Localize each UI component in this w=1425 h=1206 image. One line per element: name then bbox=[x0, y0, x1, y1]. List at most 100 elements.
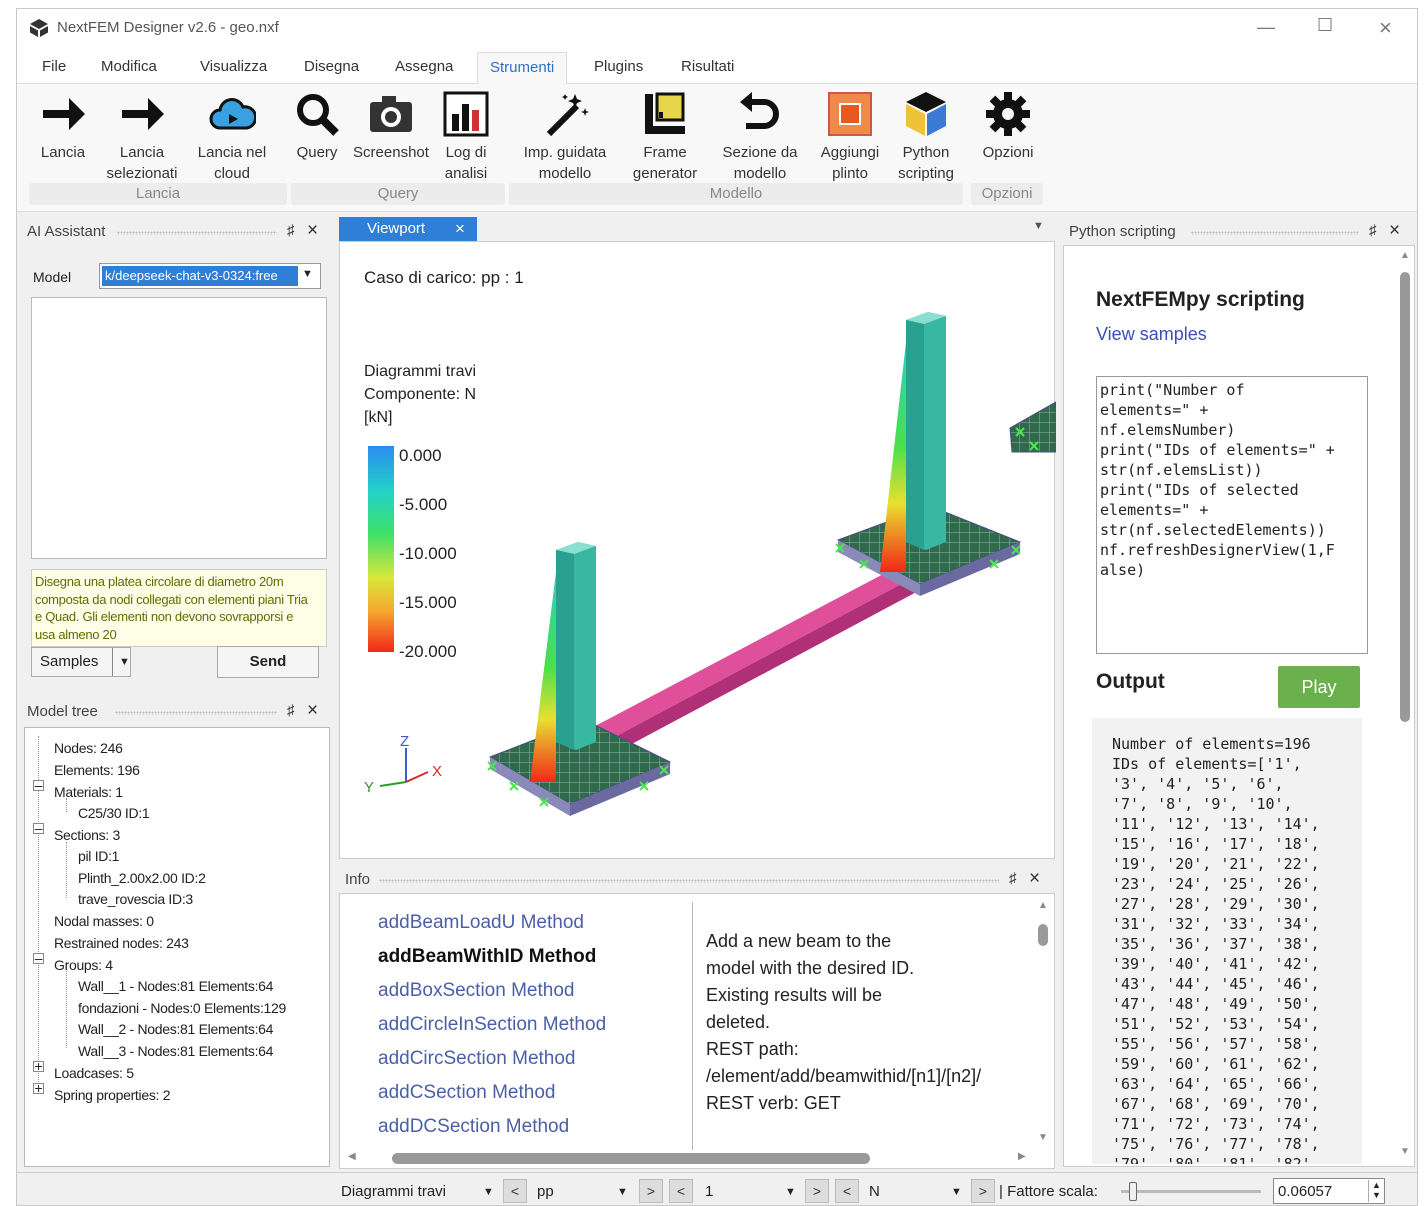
tab-viewport[interactable]: Viewport × bbox=[339, 217, 477, 241]
sezione-da-modello-button[interactable]: Sezione da modello bbox=[717, 90, 803, 184]
method-link[interactable]: addCSection Method bbox=[378, 1082, 555, 1104]
collapse-toggle[interactable]: – bbox=[33, 778, 44, 792]
tree-item[interactable]: Loadcases: 5 bbox=[54, 1065, 134, 1081]
tree-item[interactable]: Groups: 4 bbox=[54, 957, 113, 973]
maximize-button[interactable]: ☐ bbox=[1317, 15, 1333, 36]
diagram-type-select[interactable]: Diagrammi travi bbox=[341, 1183, 446, 1200]
close-window-button[interactable]: × bbox=[1379, 15, 1392, 41]
method-link-active[interactable]: addBeamWithID Method bbox=[378, 946, 596, 968]
scroll-thumb[interactable] bbox=[1038, 924, 1048, 946]
prev-button[interactable]: < bbox=[835, 1179, 859, 1203]
samples-dropdown[interactable]: Samples ▼ bbox=[31, 647, 131, 677]
tree-item[interactable]: Nodal masses: 0 bbox=[54, 913, 154, 929]
aggiungi-plinto-button[interactable]: Aggiungi plinto bbox=[813, 90, 887, 184]
minimize-button[interactable]: — bbox=[1257, 17, 1275, 38]
python-scripting-button[interactable]: Python scripting bbox=[891, 90, 961, 184]
menu-risultati[interactable]: Risultati bbox=[681, 58, 734, 75]
tree-item[interactable]: C25/30 ID:1 bbox=[78, 805, 150, 821]
method-link[interactable]: addDCSection Method bbox=[378, 1116, 569, 1138]
info-hscrollbar[interactable]: ◀ ▶ bbox=[344, 1150, 1034, 1166]
output-line: '23', '24', '25', '26', bbox=[1112, 875, 1320, 893]
tab-menu-chevron-icon[interactable]: ▼ bbox=[1033, 220, 1044, 232]
tree-item[interactable]: pil ID:1 bbox=[78, 848, 119, 864]
next-button[interactable]: > bbox=[639, 1179, 663, 1203]
info-vscrollbar[interactable]: ▲ ▼ bbox=[1036, 900, 1050, 1144]
opzioni-button[interactable]: Opzioni bbox=[975, 90, 1041, 163]
menu-assegna[interactable]: Assegna bbox=[395, 58, 453, 75]
lancia-selezionati-button[interactable]: Lancia selezionati bbox=[102, 90, 182, 184]
pin-icon[interactable]: ♯ bbox=[287, 702, 295, 719]
method-link[interactable]: addBoxSection Method bbox=[378, 980, 574, 1002]
close-panel-icon[interactable]: × bbox=[307, 700, 318, 722]
close-panel-icon[interactable]: × bbox=[1389, 220, 1400, 242]
menu-file[interactable]: File bbox=[42, 58, 66, 75]
menu-strumenti[interactable]: Strumenti bbox=[477, 52, 568, 85]
scale-slider[interactable] bbox=[1121, 1182, 1261, 1201]
scroll-thumb[interactable] bbox=[1400, 272, 1410, 722]
step-select[interactable]: 1 bbox=[705, 1183, 713, 1200]
lancia-cloud-button[interactable]: Lancia nel cloud bbox=[190, 90, 274, 184]
output-console: Number of elements=196 IDs of elements=[… bbox=[1092, 718, 1362, 1164]
prev-button[interactable]: < bbox=[669, 1179, 693, 1203]
tree-item[interactable]: Restrained nodes: 243 bbox=[54, 935, 189, 951]
view-samples-link[interactable]: View samples bbox=[1096, 324, 1207, 345]
pin-icon[interactable]: ♯ bbox=[1009, 870, 1017, 887]
collapse-toggle[interactable]: – bbox=[33, 951, 44, 965]
tree-item[interactable]: Sections: 3 bbox=[54, 827, 120, 843]
tree-item[interactable]: Wall__3 - Nodes:81 Elements:64 bbox=[78, 1043, 273, 1059]
model-select[interactable]: k/deepseek-chat-v3-0324:free ▼ bbox=[99, 263, 321, 289]
tree-item[interactable]: fondazioni - Nodes:0 Elements:129 bbox=[78, 1000, 286, 1016]
scroll-thumb[interactable] bbox=[392, 1153, 870, 1164]
play-button[interactable]: Play bbox=[1278, 666, 1360, 708]
tree-item[interactable]: Elements: 196 bbox=[54, 762, 140, 778]
frame-generator-button[interactable]: Frame generator bbox=[625, 90, 705, 184]
close-tab-icon[interactable]: × bbox=[455, 217, 465, 241]
viewport-canvas[interactable]: Caso di carico: pp : 1 Diagrammi travi C… bbox=[339, 241, 1056, 859]
chevron-down-icon[interactable]: ▼ bbox=[785, 1186, 796, 1198]
expand-toggle[interactable]: + bbox=[33, 1059, 44, 1073]
tree-item[interactable]: Nodes: 246 bbox=[54, 740, 123, 756]
method-link[interactable]: addBeamLoadU Method bbox=[378, 912, 584, 934]
prev-button[interactable]: < bbox=[503, 1179, 527, 1203]
slider-thumb[interactable] bbox=[1129, 1182, 1137, 1201]
tree-item[interactable]: Plinth_2.00x2.00 ID:2 bbox=[78, 870, 206, 886]
chevron-down-icon[interactable]: ▼ bbox=[951, 1186, 962, 1198]
chevron-down-icon[interactable]: ▼ bbox=[483, 1186, 494, 1198]
tree-item[interactable]: Wall__2 - Nodes:81 Elements:64 bbox=[78, 1021, 273, 1037]
send-button[interactable]: Send bbox=[217, 646, 319, 678]
next-button[interactable]: > bbox=[805, 1179, 829, 1203]
imp-guidata-button[interactable]: Imp. guidata modello bbox=[517, 90, 613, 184]
samples-label: Samples bbox=[40, 653, 99, 670]
menu-visualizza[interactable]: Visualizza bbox=[200, 58, 267, 75]
method-link[interactable]: addCircSection Method bbox=[378, 1048, 576, 1070]
label: modello bbox=[538, 165, 592, 182]
python-vscrollbar[interactable]: ▲ ▼ bbox=[1398, 250, 1412, 1162]
tree-item[interactable]: Spring properties: 2 bbox=[54, 1087, 170, 1103]
pin-icon[interactable]: ♯ bbox=[1369, 222, 1377, 239]
pin-icon[interactable]: ♯ bbox=[287, 222, 295, 239]
script-editor[interactable]: print("Number of elements=" + nf.elemsNu… bbox=[1096, 376, 1368, 654]
close-panel-icon[interactable]: × bbox=[1029, 868, 1040, 890]
scale-input[interactable]: 0.06057 ▲ ▼ bbox=[1273, 1178, 1385, 1204]
component-select[interactable]: N bbox=[869, 1183, 880, 1200]
prompt-input[interactable]: Disegna una platea circolare di diametro… bbox=[31, 569, 327, 647]
loadcase-select[interactable]: pp bbox=[537, 1183, 554, 1200]
collapse-toggle[interactable]: – bbox=[33, 821, 44, 835]
log-analisi-button[interactable]: Log di analisi bbox=[437, 90, 495, 184]
magic-wand-icon bbox=[546, 94, 589, 137]
close-panel-icon[interactable]: × bbox=[307, 220, 318, 242]
chevron-down-icon[interactable]: ▼ bbox=[617, 1186, 628, 1198]
spinner-icon[interactable]: ▲ ▼ bbox=[1368, 1180, 1384, 1202]
menu-modifica[interactable]: Modifica bbox=[101, 58, 157, 75]
lancia-button[interactable]: Lancia bbox=[35, 90, 91, 163]
tree-item[interactable]: Materials: 1 bbox=[54, 784, 123, 800]
screenshot-button[interactable]: Screenshot bbox=[350, 90, 432, 163]
method-link[interactable]: addCircleInSection Method bbox=[378, 1014, 606, 1036]
query-button[interactable]: Query bbox=[289, 90, 345, 163]
menu-plugins[interactable]: Plugins bbox=[594, 58, 643, 75]
next-button[interactable]: > bbox=[971, 1179, 995, 1203]
menu-disegna[interactable]: Disegna bbox=[304, 58, 359, 75]
tree-item[interactable]: trave_rovescia ID:3 bbox=[78, 891, 193, 907]
tree-item[interactable]: Wall__1 - Nodes:81 Elements:64 bbox=[78, 978, 273, 994]
expand-toggle[interactable]: + bbox=[33, 1081, 44, 1095]
